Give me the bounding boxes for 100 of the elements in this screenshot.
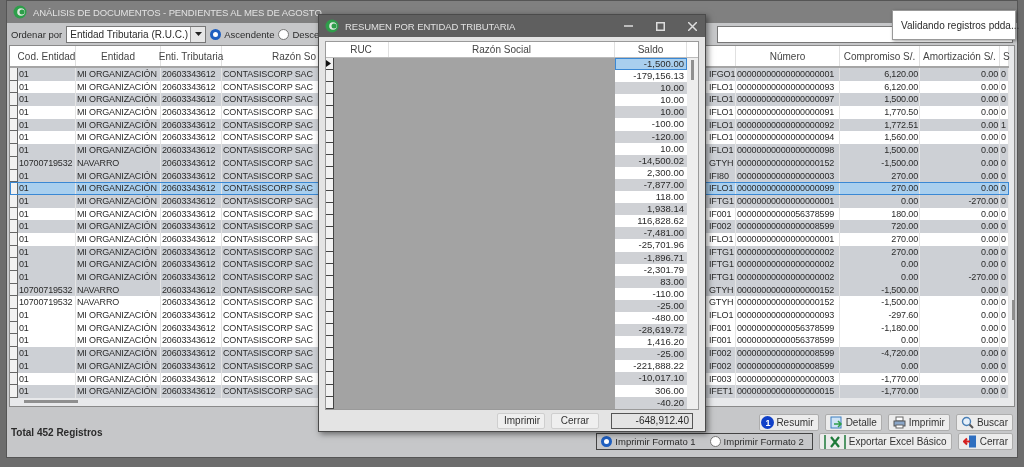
table-cell: 0.00 [920,144,1000,157]
table-cell: 0 [1000,309,1009,322]
table-cell: -179,156.13 [615,70,687,83]
table-cell: 0.00 [840,194,920,208]
table-cell: 6,120.00 [840,68,920,81]
table-cell: 0 [1000,220,1009,233]
table-cell: 0.00 [920,68,1000,81]
table-cell: -270.00 [920,271,1000,284]
table-cell: MI ORGANIZACIÓN [76,194,161,208]
table-cell: -221,888.22 [615,360,687,373]
table-cell: 1,938.14 [615,203,687,216]
table-cell: 0 [1000,182,1009,195]
table-cell: 20603343612 [161,359,222,373]
record-count: Total 452 Registros [11,427,103,440]
table-cell: 10.00 [615,82,687,95]
table-cell: IFGO1 [708,68,736,81]
table-cell: GTYH [708,156,736,170]
table-cell: 0 [1000,347,1009,360]
table-cell: MI ORGANIZACIÓN [76,220,161,233]
table-cell: 00000000000000000091 [736,106,840,119]
table-cell: MI ORGANIZACIÓN [76,232,161,246]
table-cell: 01 [18,232,76,246]
table-cell: IFLO1 [708,106,736,119]
table-cell: 01 [18,182,76,195]
table-cell: 1,770.50 [840,106,920,119]
table-cell: 0.00 [840,271,920,284]
table-cell: IFLO1 [708,232,736,246]
table-cell: 1,500.00 [840,144,920,157]
table-cell: 0 [1000,232,1009,246]
table-cell: 20603343612 [161,309,222,322]
table-cell: 0 [1000,194,1009,208]
table-cell: MI ORGANIZACIÓN [76,182,161,195]
table-cell: 0.00 [920,232,1000,246]
table-cell: -7,481.00 [615,227,687,240]
table-cell: MI ORGANIZACIÓN [76,106,161,119]
table-cell: 20603343612 [161,232,222,246]
table-cell: MI ORGANIZACIÓN [76,144,161,157]
table-cell: MI ORGANIZACIÓN [76,309,161,322]
table-cell: 20603343612 [161,68,222,81]
table-cell: 116,828.62 [615,215,687,228]
table-cell: 0.00 [920,156,1000,170]
table-cell: 01 [18,385,76,398]
sort-label: Ordenar por [11,28,63,40]
total-field: -648,912.40 [611,412,693,429]
table-cell: IFET1 [708,385,736,398]
table-cell: MI ORGANIZACIÓN [76,385,161,398]
table-cell: IF002 [708,359,736,373]
table-cell: MI ORGANIZACIÓN [76,359,161,373]
table-cell: -1,770.00 [840,385,920,398]
table-cell: 00000000000000000001 [736,68,840,81]
table-cell: 00000000000000000001 [736,232,840,246]
table-cell: 01 [18,144,76,157]
table-cell: 00000000000000000098 [736,144,840,157]
table-cell: 00000000000000000093 [736,309,840,322]
table-cell: -1,500.00 [840,156,920,170]
count-badge: 1 [761,416,775,429]
table-cell: 01 [18,347,76,360]
table-cell: 00000000000000000002 [736,271,840,284]
table-cell: 20603343612 [161,347,222,360]
table-cell: 0 [1000,156,1009,170]
table-cell: -270.00 [920,194,1000,208]
table-cell: NAVARRO [76,156,161,170]
table-cell: 00000000000000008599 [736,220,840,233]
table-cell: 00000000000000008599 [736,347,840,360]
table-cell: MI ORGANIZACIÓN [76,347,161,360]
table-cell: 20603343612 [161,182,222,195]
table-cell: 118.00 [615,191,687,204]
table-cell: -28,619.72 [615,324,687,337]
table-cell: 20603343612 [161,385,222,398]
table-cell: 00000000000000000001 [736,194,840,208]
table-cell: 0.00 [840,359,920,373]
table-cell: IFLO1 [708,309,736,322]
table-cell: IFTG1 [708,194,736,208]
table-cell: 0.00 [920,106,1000,119]
table-cell: 20603343612 [161,144,222,157]
table-cell: 01 [18,271,76,284]
table-cell: 0.00 [920,309,1000,322]
table-cell: 0.00 [920,220,1000,233]
table-cell: 0 [1000,359,1009,373]
table-cell: -100.00 [615,118,687,131]
table-cell: -25.00 [615,348,687,361]
table-cell: 720.00 [840,220,920,233]
table-cell: 20603343612 [161,271,222,284]
table-cell: 00000000000000000099 [736,182,840,195]
table-cell: 0 [1000,144,1009,157]
table-cell: 0 [1000,106,1009,119]
table-cell: 00000000000000000015 [736,385,840,398]
table-cell: 0.00 [920,182,1000,195]
table-cell: -4,720.00 [840,347,920,360]
table-cell: 270.00 [840,182,920,195]
table-cell: -25,701.96 [615,239,687,252]
table-cell: -297.60 [840,309,920,322]
table-cell: 20603343612 [161,220,222,233]
table-cell: 20603343612 [161,194,222,208]
table-cell: 01 [18,106,76,119]
table-cell: IFLO1 [708,182,736,195]
table-cell: IF002 [708,347,736,360]
table-cell: -1,500.00 [615,58,687,71]
table-cell: 20603343612 [161,156,222,170]
table-cell: 0.00 [920,385,1000,398]
